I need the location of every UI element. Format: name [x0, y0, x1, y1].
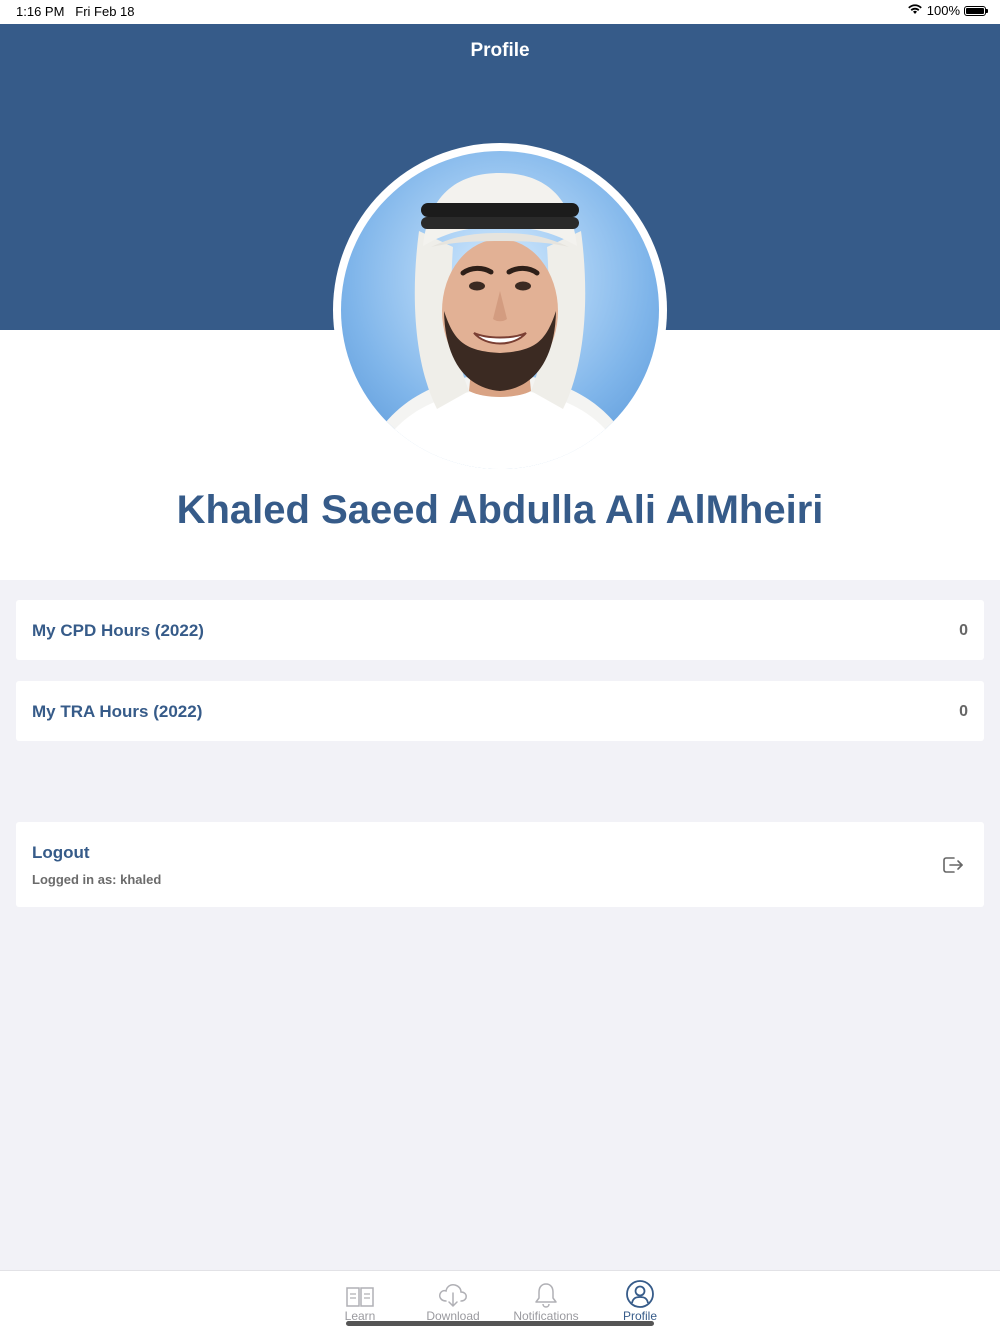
cpd-hours-label: My CPD Hours (2022) [32, 621, 204, 640]
cpd-hours-row[interactable]: My CPD Hours (2022) 0 [16, 600, 984, 660]
profile-name: Khaled Saeed Abdulla Ali AlMheiri [176, 488, 824, 532]
status-bar: 1:16 PM Fri Feb 18 100% [0, 0, 1000, 24]
logout-icon[interactable] [942, 855, 964, 880]
wifi-icon [907, 3, 923, 18]
page-title: Profile [470, 40, 530, 61]
tra-hours-row[interactable]: My TRA Hours (2022) 0 [16, 681, 984, 741]
tra-hours-value: 0 [959, 703, 968, 720]
book-icon [310, 1279, 410, 1309]
status-time-text: 1:16 PM [16, 4, 65, 19]
status-indicators: 100% [907, 3, 988, 18]
logout-label: Logout [32, 843, 90, 862]
logged-in-as-text: Logged in as: khaled [32, 872, 162, 887]
tab-profile[interactable]: Profile [590, 1279, 690, 1323]
battery-icon [964, 5, 988, 16]
status-time: 1:16 PM Fri Feb 18 [16, 4, 135, 19]
battery-percent: 100% [926, 3, 960, 18]
avatar [333, 143, 667, 477]
tab-notifications[interactable]: Notifications [496, 1279, 596, 1323]
cpd-hours-value: 0 [959, 622, 968, 639]
status-date-text: Fri Feb 18 [75, 4, 135, 19]
cloud-download-icon [403, 1279, 503, 1309]
home-indicator [346, 1321, 654, 1326]
logout-row[interactable]: Logout Logged in as: khaled [16, 822, 984, 907]
user-circle-icon [590, 1279, 690, 1309]
bell-icon [496, 1279, 596, 1309]
tab-download[interactable]: Download [403, 1279, 503, 1323]
tra-hours-label: My TRA Hours (2022) [32, 702, 203, 721]
avatar-photo [341, 151, 659, 469]
tab-learn[interactable]: Learn [310, 1279, 410, 1323]
